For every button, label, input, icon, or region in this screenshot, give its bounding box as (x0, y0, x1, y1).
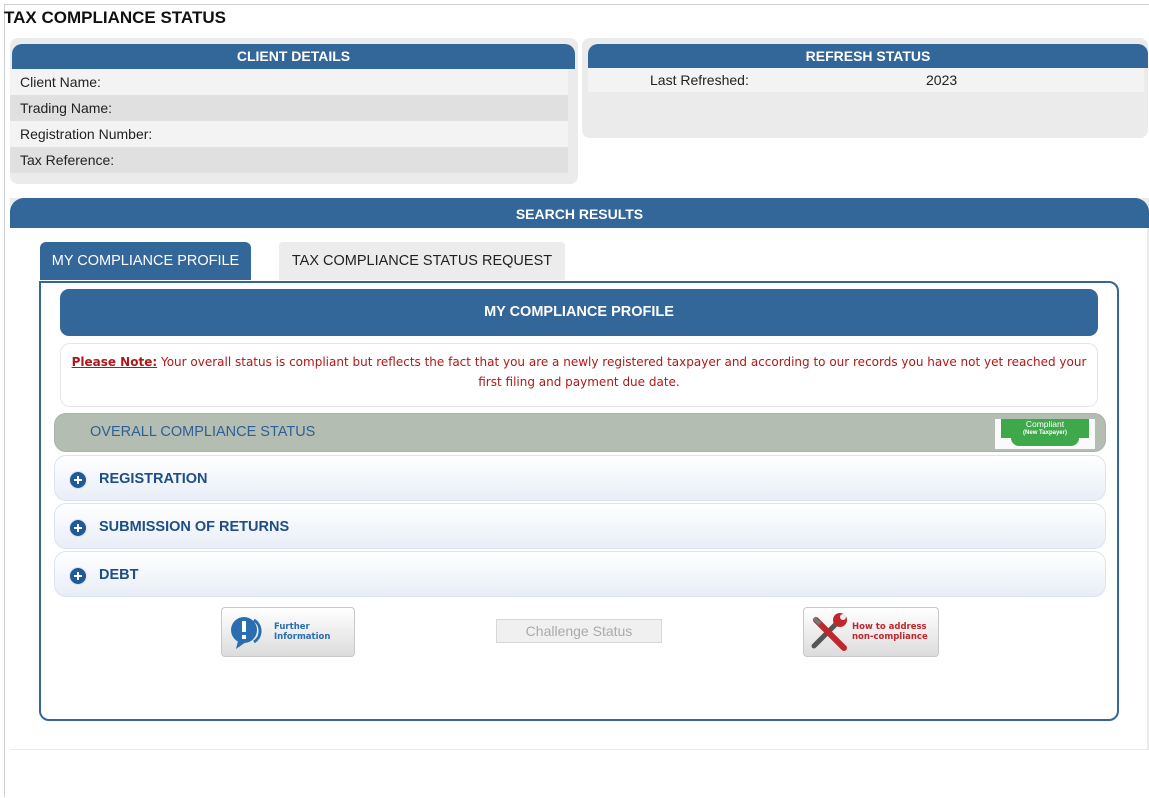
trading-name-label: Trading Name: (20, 100, 113, 116)
tax-reference-row: Tax Reference: (10, 147, 568, 173)
compliant-pill: Compliant (New Taxpayer) (1001, 419, 1089, 446)
last-refreshed-row: Last Refreshed: 2023 (588, 68, 1144, 92)
tax-reference-label: Tax Reference: (20, 152, 115, 168)
badge-sub-text: (New Taxpayer) (1023, 430, 1067, 436)
client-name-row: Client Name: (10, 69, 568, 95)
further-info-line1: Further (274, 622, 310, 632)
tools-icon (811, 613, 847, 651)
registration-section[interactable]: REGISTRATION (54, 455, 1106, 501)
last-refreshed-value: 2023 (926, 72, 958, 88)
page-title: TAX COMPLIANCE STATUS (4, 8, 226, 27)
further-info-line2: Information (274, 632, 331, 642)
search-results-panel: SEARCH RESULTS MY COMPLIANCE PROFILE TAX… (10, 198, 1149, 750)
expand-plus-icon[interactable] (69, 519, 87, 537)
registration-section-label: REGISTRATION (99, 471, 208, 487)
tab-my-compliance-profile[interactable]: MY COMPLIANCE PROFILE (40, 242, 251, 280)
question-bubble-icon (231, 617, 262, 649)
refresh-status-header: REFRESH STATUS (588, 44, 1148, 68)
submission-of-returns-section[interactable]: SUBMISSION OF RETURNS (54, 503, 1106, 549)
refresh-status-panel: REFRESH STATUS Last Refreshed: 2023 (582, 38, 1148, 138)
address-line1: How to address (852, 622, 927, 632)
client-details-panel: CLIENT DETAILS Client Name: Trading Name… (10, 38, 578, 184)
compliance-note: Please Note: Your overall status is comp… (60, 343, 1098, 407)
further-information-button[interactable]: Further Information (221, 607, 355, 657)
registration-number-label: Registration Number: (20, 126, 153, 142)
search-results-header: SEARCH RESULTS (10, 198, 1149, 228)
search-results-body: MY COMPLIANCE PROFILE TAX COMPLIANCE STA… (10, 228, 1147, 749)
note-label: Please Note: (71, 355, 158, 369)
debt-section[interactable]: DEBT (54, 551, 1106, 597)
how-to-address-non-compliance-button[interactable]: How to address non-compliance (803, 607, 939, 657)
compliance-profile-header: MY COMPLIANCE PROFILE (60, 289, 1098, 336)
overall-compliance-status-label: OVERALL COMPLIANCE STATUS (90, 424, 316, 440)
submission-of-returns-section-label: SUBMISSION OF RETURNS (99, 519, 290, 535)
compliance-profile-content: MY COMPLIANCE PROFILE Please Note: Your … (39, 281, 1119, 721)
challenge-status-button[interactable]: Challenge Status (496, 619, 662, 643)
tab-tax-compliance-status-request[interactable]: TAX COMPLIANCE STATUS REQUEST (279, 242, 565, 280)
client-details-header: CLIENT DETAILS (12, 44, 575, 69)
overall-compliance-status-bar: OVERALL COMPLIANCE STATUS Compliant (New… (54, 413, 1106, 452)
compliant-status-badge: Compliant (New Taxpayer) (995, 419, 1095, 449)
last-refreshed-label: Last Refreshed: (650, 72, 749, 88)
expand-plus-icon[interactable] (69, 567, 87, 585)
badge-main-text: Compliant (1025, 419, 1065, 429)
client-name-label: Client Name: (20, 74, 101, 90)
expand-plus-icon[interactable] (69, 471, 87, 489)
note-text: Your overall status is compliant but ref… (157, 355, 1087, 389)
registration-number-row: Registration Number: (10, 121, 568, 147)
address-line2: non-compliance (852, 632, 928, 642)
trading-name-row: Trading Name: (10, 95, 568, 121)
debt-section-label: DEBT (99, 567, 139, 583)
